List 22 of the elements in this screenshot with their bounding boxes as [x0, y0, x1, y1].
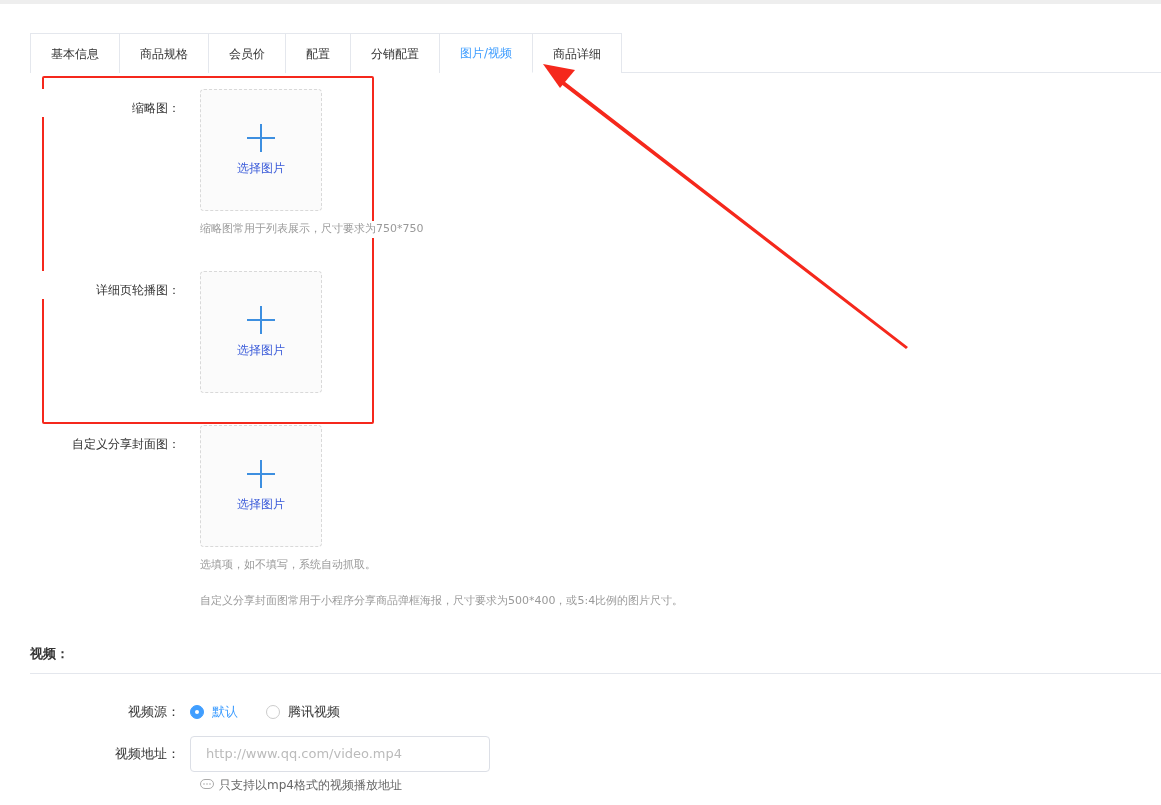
tab[interactable]: 商品规格 — [120, 33, 209, 73]
plus-icon — [246, 304, 276, 335]
image-upload-button[interactable]: 选择图片 — [200, 89, 322, 211]
tab[interactable]: 配置 — [286, 33, 351, 73]
field-label: 视频源： — [127, 703, 181, 721]
option-label: 默认 — [212, 703, 238, 721]
image-upload-button[interactable]: 选择图片 — [200, 424, 322, 547]
hint-text: 缩略图常用于列表展示，尺寸要求为750*750 — [200, 221, 424, 238]
section-heading: 视频： — [30, 643, 1161, 674]
plus-icon — [246, 458, 276, 489]
radio-option[interactable]: 腾讯视频 — [266, 702, 340, 722]
field-label: 视频地址： — [114, 744, 181, 763]
image-upload-button[interactable]: 选择图片 — [200, 270, 322, 393]
plus-icon — [246, 123, 276, 153]
tab[interactable]: 基本信息 — [30, 33, 120, 73]
hint-text: 只支持以mp4格式的视频播放地址 — [219, 776, 402, 794]
tab[interactable]: 商品详细 — [533, 33, 623, 73]
option-label: 腾讯视频 — [288, 703, 340, 721]
url-input-field[interactable]: http://www.qq.com/video.mp4 — [190, 735, 490, 772]
comment-icon — [200, 779, 214, 790]
tab[interactable]: 会员价 — [209, 33, 286, 73]
tab[interactable]: 分销配置 — [351, 33, 440, 73]
